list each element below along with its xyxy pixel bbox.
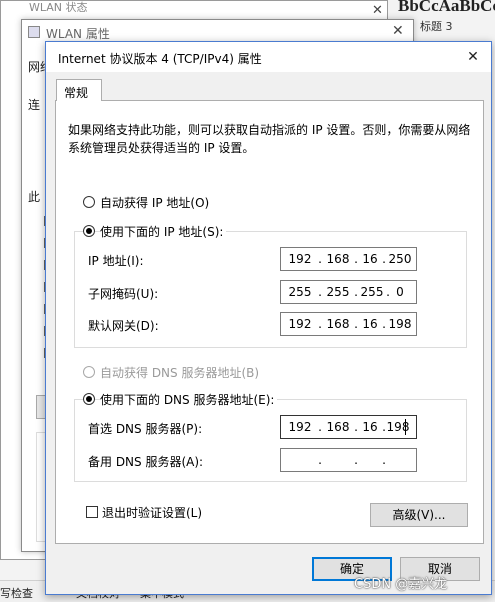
ip-octet: 16 [362, 252, 378, 266]
status-item-spellcheck[interactable]: 写检查 [0, 585, 33, 601]
subnet-mask-input[interactable]: 255 . 255 . 255 . 0 [280, 280, 417, 304]
ip-octet: 192 [288, 317, 312, 331]
text-caret [405, 419, 406, 435]
ipv4-properties-dialog: Internet 协议版本 4 (TCP/IPv4) 属性 ✕ 常规 如果网络支… [45, 41, 492, 595]
wlan-items-fragment: 此 [28, 190, 41, 204]
ip-octet: 198 [386, 420, 410, 434]
ribbon-style-preview[interactable]: BbCcAaBbCc [398, 0, 495, 16]
wlan-properties-title: WLAN 属性 [46, 27, 110, 41]
description-text: 如果网络支持此功能，则可以获取自动指派的 IP 设置。否则，你需要从网络系统管理… [68, 123, 471, 155]
auto-dns-radio[interactable] [83, 366, 95, 378]
auto-ip-radio[interactable] [83, 196, 95, 208]
manual-ip-radio[interactable] [83, 225, 95, 237]
manual-dns-label[interactable]: 使用下面的 DNS 服务器地址(E): [100, 391, 278, 408]
close-icon[interactable]: ✕ [464, 48, 482, 66]
tab-general[interactable]: 常规 [56, 79, 102, 101]
alternate-dns-label: 备用 DNS 服务器(A): [88, 455, 204, 469]
gateway-label: 默认网关(D): [88, 319, 159, 333]
manual-dns-radio[interactable] [83, 393, 95, 405]
general-tab-panel: 如果网络支持此功能，则可以获取自动指派的 IP 设置。否则，你需要从网络系统管理… [55, 100, 484, 544]
ip-address-label: IP 地址(I): [88, 254, 144, 268]
wlan-connect-fragment: 连 [28, 98, 41, 112]
gateway-input[interactable]: 192 . 168 . 16 . 198 [280, 312, 417, 336]
ip-octet: 168 [326, 420, 350, 434]
manual-ip-label[interactable]: 使用下面的 IP 地址(S): [100, 223, 227, 240]
dialog-title: Internet 协议版本 4 (TCP/IPv4) 属性 [58, 52, 262, 66]
network-adapter-icon [28, 26, 40, 38]
subnet-mask-label: 子网掩码(U): [88, 287, 159, 301]
ribbon-style-label[interactable]: 标题 3 [420, 18, 453, 34]
ip-octet: 16 [362, 317, 378, 331]
ip-octet: 16 [362, 420, 378, 434]
ip-octet: 192 [288, 252, 312, 266]
ip-octet: 168 [326, 317, 350, 331]
auto-ip-label[interactable]: 自动获得 IP 地址(O) [100, 194, 209, 211]
wlan-status-title: WLAN 状态 [29, 1, 88, 14]
ip-octet: 192 [288, 420, 312, 434]
ip-octet: 198 [388, 317, 412, 331]
ip-octet: 255 [288, 285, 312, 299]
ip-octet: 255 [360, 285, 384, 299]
auto-dns-label[interactable]: 自动获得 DNS 服务器地址(B) [100, 364, 259, 381]
alternate-dns-input[interactable]: . . . [280, 448, 417, 472]
close-icon[interactable]: ✕ [372, 3, 383, 18]
ip-octet: 0 [396, 285, 404, 299]
close-icon[interactable]: ✕ [392, 23, 404, 39]
ip-octet: 255 [326, 285, 350, 299]
validate-on-exit-label[interactable]: 退出时验证设置(L) [102, 504, 202, 521]
ip-octet: 168 [326, 252, 350, 266]
ip-address-input[interactable]: 192 . 168 . 16 . 250 [280, 247, 417, 271]
preferred-dns-label: 首选 DNS 服务器(P): [88, 422, 203, 436]
preferred-dns-input[interactable]: 192 . 168 . 16 . 198 [280, 415, 417, 439]
ip-octet: 250 [388, 252, 412, 266]
tab-general-label: 常规 [64, 86, 89, 100]
watermark: CSDN @嘉兴龙 [354, 577, 448, 592]
dialog-titlebar: Internet 协议版本 4 (TCP/IPv4) 属性 ✕ [46, 42, 491, 72]
advanced-button[interactable]: 高级(V)... [370, 503, 468, 527]
validate-on-exit-checkbox[interactable] [86, 506, 98, 518]
